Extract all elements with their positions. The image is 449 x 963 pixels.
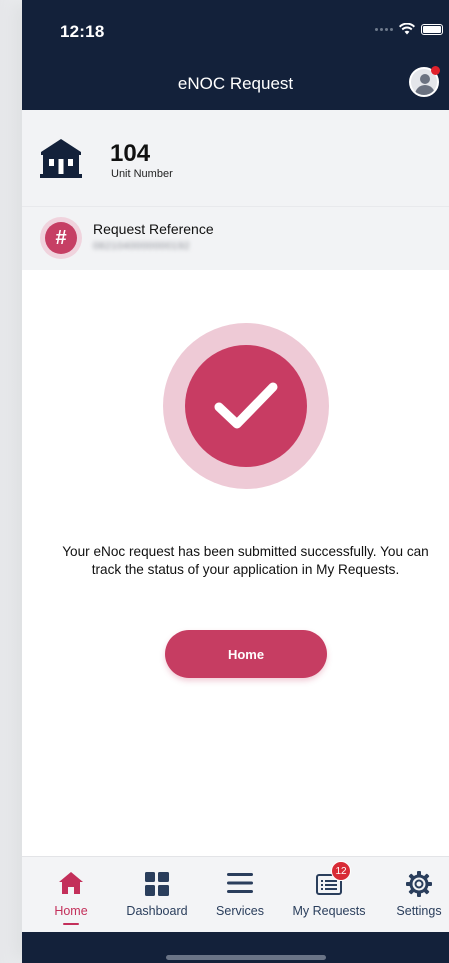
phone-screen: 12:18 eNOC Request 104 Unit Number # Req… bbox=[22, 0, 449, 963]
battery-icon bbox=[421, 23, 443, 35]
wifi-icon bbox=[399, 23, 415, 35]
tab-label: Services bbox=[216, 904, 264, 918]
user-icon-body bbox=[415, 85, 435, 95]
unit-number: 104 bbox=[110, 140, 151, 167]
tab-label: My Requests bbox=[292, 904, 366, 918]
building-icon bbox=[40, 139, 82, 178]
tab-services[interactable]: Services bbox=[209, 857, 271, 933]
hash-symbol: # bbox=[45, 222, 77, 254]
user-icon bbox=[420, 74, 430, 84]
tab-my-requests[interactable]: 12 My Requests bbox=[288, 857, 370, 933]
success-message: Your eNoc request has been submitted suc… bbox=[62, 544, 429, 577]
tab-dashboard[interactable]: Dashboard bbox=[120, 857, 194, 933]
success-indicator bbox=[163, 323, 329, 489]
hash-icon: # bbox=[40, 217, 82, 259]
request-reference-label: Request Reference bbox=[93, 221, 214, 237]
home-indicator[interactable] bbox=[166, 955, 326, 960]
gear-icon bbox=[406, 871, 432, 897]
status-time: 12:18 bbox=[60, 22, 105, 41]
app-header: 12:18 eNOC Request bbox=[22, 0, 449, 110]
request-info-panel: 104 Unit Number # Request Reference 0821… bbox=[22, 110, 449, 270]
checkmark-icon bbox=[214, 382, 278, 429]
signal-icon bbox=[375, 27, 393, 31]
dashboard-icon bbox=[145, 872, 169, 896]
tab-label: Settings bbox=[396, 904, 442, 918]
home-indicator-area bbox=[22, 932, 449, 963]
success-circle bbox=[185, 345, 307, 467]
unit-number-label: Unit Number bbox=[111, 168, 173, 180]
bottom-tab-bar: Home Dashboard Services 12 My Requests S… bbox=[22, 856, 449, 932]
request-reference-value: 0821040000000192 bbox=[93, 241, 190, 252]
tab-home[interactable]: Home bbox=[46, 857, 96, 933]
active-tab-indicator bbox=[63, 923, 79, 925]
requests-count-badge: 12 bbox=[331, 861, 351, 881]
notification-dot bbox=[431, 66, 440, 75]
tab-settings[interactable]: Settings bbox=[390, 857, 448, 933]
divider bbox=[22, 206, 449, 207]
tab-label: Home bbox=[54, 904, 88, 918]
tab-label: Dashboard bbox=[126, 904, 188, 918]
page-title: eNOC Request bbox=[177, 74, 294, 93]
status-icons bbox=[375, 23, 443, 35]
home-icon bbox=[59, 872, 83, 894]
home-button[interactable]: Home bbox=[165, 630, 327, 678]
menu-icon bbox=[227, 873, 253, 893]
background-edge bbox=[0, 0, 22, 963]
